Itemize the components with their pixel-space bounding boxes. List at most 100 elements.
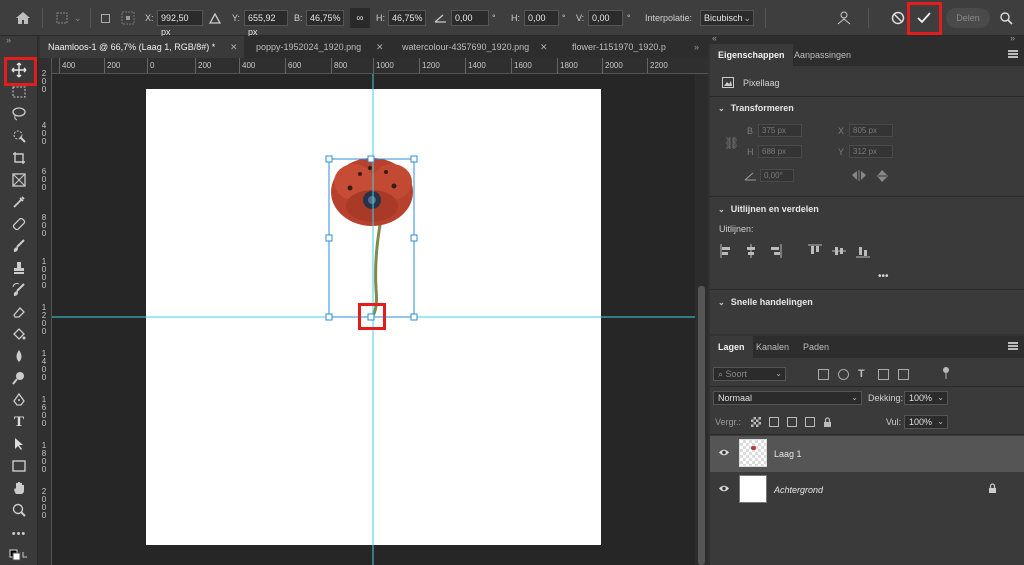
tab-adjustments[interactable]: Aanpassingen — [786, 44, 859, 66]
brush-icon[interactable] — [8, 236, 30, 256]
interpolation-select[interactable]: Bicubisch ⌄ — [700, 10, 754, 26]
panel-expand-icon[interactable]: « — [712, 33, 717, 43]
lock-transparent-icon[interactable] — [751, 417, 761, 427]
link-icon[interactable]: ⛓ — [724, 136, 739, 150]
dodge-icon[interactable] — [8, 368, 30, 388]
hand-icon[interactable] — [8, 478, 30, 498]
filter-smart-object-icon[interactable] — [898, 369, 909, 380]
more-tools-icon[interactable]: ••• — [8, 524, 30, 544]
toolbar-collapse-icon[interactable]: » — [6, 35, 11, 45]
fill-input[interactable]: 100% ⌄ — [904, 415, 948, 429]
y-input[interactable]: 655,92 px — [244, 10, 288, 37]
panel-menu-icon[interactable] — [1008, 342, 1018, 350]
props-x-input[interactable]: 805 px — [849, 124, 893, 137]
lock-all-icon[interactable] — [823, 417, 833, 427]
type-icon[interactable]: T — [8, 412, 30, 432]
canvas-vertical-scrollbar[interactable] — [695, 74, 708, 565]
filter-pixel-icon[interactable] — [818, 369, 829, 380]
swap-colors-icon[interactable] — [8, 546, 30, 565]
height-input[interactable]: 46,75% — [388, 10, 426, 26]
healing-brush-icon[interactable] — [8, 214, 30, 234]
path-selection-icon[interactable] — [8, 434, 30, 454]
props-y-label: Y — [838, 147, 845, 157]
lock-artboard-icon[interactable] — [805, 417, 815, 427]
filter-shape-icon[interactable] — [878, 369, 889, 380]
more-tabs-icon[interactable]: » — [694, 42, 699, 52]
align-bottom-icon[interactable] — [856, 244, 870, 258]
eyedropper-icon[interactable] — [8, 192, 30, 212]
flip-vertical-icon[interactable] — [877, 169, 888, 185]
tab-channels[interactable]: Kanalen — [748, 336, 797, 358]
width-input[interactable]: 46,75% — [306, 10, 344, 26]
tab-naamloos-1[interactable]: Naamloos-1 @ 66,7% (Laag 1, RGB/8#) * ✕ — [40, 36, 244, 58]
align-top-icon[interactable] — [808, 244, 822, 258]
pen-icon[interactable] — [8, 390, 30, 410]
filter-type-icon[interactable]: T — [858, 369, 869, 380]
filter-toggle-icon[interactable] — [942, 366, 950, 382]
flip-horizontal-icon[interactable] — [851, 170, 867, 183]
layer-row-achtergrond[interactable]: Achtergrond — [710, 472, 1024, 508]
blur-icon[interactable] — [8, 346, 30, 366]
paint-bucket-icon[interactable] — [8, 324, 30, 344]
rectangle-shape-icon[interactable] — [8, 456, 30, 476]
delta-icon[interactable] — [209, 0, 221, 36]
align-left-icon[interactable] — [720, 244, 734, 258]
history-brush-icon[interactable] — [8, 280, 30, 300]
props-angle-input[interactable]: 0,00° — [760, 169, 794, 182]
tab-watercolour[interactable]: watercolour-4357690_1920.png ✕ — [394, 36, 554, 58]
layer-name[interactable]: Achtergrond — [774, 485, 823, 495]
tab-properties[interactable]: Eigenschappen — [710, 44, 793, 66]
reference-point-grid-icon[interactable]: ⌄ — [56, 0, 82, 36]
lock-pixels-icon[interactable] — [769, 417, 779, 427]
tab-flower[interactable]: flower-1151970_1920.p — [564, 36, 694, 58]
eraser-icon[interactable] — [8, 302, 30, 322]
vertical-ruler: 200 400 600 800 1000 1200 1400 1600 1800 2000 — [38, 58, 52, 565]
tab-paths[interactable]: Paden — [795, 336, 837, 358]
transform-section-title[interactable]: ⌄ Transformeren — [718, 103, 794, 113]
close-icon[interactable]: ✕ — [230, 36, 238, 58]
props-y-input[interactable]: 312 px — [849, 145, 893, 158]
align-section-title[interactable]: ⌄ Uitlijnen en verdelen — [718, 204, 819, 214]
home-icon[interactable] — [15, 0, 31, 36]
crop-icon[interactable] — [8, 148, 30, 168]
align-vcenter-icon[interactable] — [832, 244, 846, 258]
tab-poppy[interactable]: poppy-1952024_1920.png ✕ — [248, 36, 390, 58]
opacity-input[interactable]: 100% ⌄ — [904, 391, 948, 405]
warp-mode-icon[interactable] — [836, 0, 852, 36]
props-h-input[interactable]: 688 px — [758, 145, 802, 158]
cancel-transform-icon[interactable] — [891, 0, 905, 36]
close-icon[interactable]: ✕ — [376, 36, 384, 58]
link-proportions-icon[interactable]: ∞ — [350, 0, 370, 36]
align-right-icon[interactable] — [768, 244, 782, 258]
chevron-down-icon: ⌄ — [937, 417, 944, 426]
x-input[interactable]: 992,50 px — [157, 10, 203, 37]
props-w-input[interactable]: 375 px — [758, 124, 802, 137]
angle-input[interactable]: 0,00 — [451, 10, 489, 26]
clone-stamp-icon[interactable] — [8, 258, 30, 278]
scrollbar-thumb[interactable] — [698, 286, 705, 565]
lock-position-icon[interactable] — [787, 417, 797, 427]
align-hcenter-icon[interactable] — [744, 244, 758, 258]
hskew-input[interactable]: 0,00 — [524, 10, 559, 26]
panel-collapse-icon[interactable]: » — [1010, 33, 1015, 43]
eye-icon[interactable] — [718, 448, 730, 459]
lasso-icon[interactable] — [8, 104, 30, 124]
quick-actions-title[interactable]: ⌄ Snelle handelingen — [718, 297, 813, 307]
eye-icon[interactable] — [718, 484, 730, 495]
blend-mode-select[interactable]: Normaal ⌄ — [713, 391, 862, 405]
frame-icon[interactable] — [8, 170, 30, 190]
reference-point-checkbox[interactable] — [101, 0, 110, 36]
panel-menu-icon[interactable] — [1008, 50, 1018, 58]
tab-layers[interactable]: Lagen — [710, 336, 753, 358]
layer-name[interactable]: Laag 1 — [774, 449, 802, 459]
close-icon[interactable]: ✕ — [540, 36, 548, 58]
search-icon[interactable] — [1000, 0, 1013, 36]
layer-filter-select[interactable]: ⌕ Soort ⌄ — [713, 367, 786, 381]
zoom-icon[interactable] — [8, 500, 30, 520]
share-button[interactable]: Delen — [946, 8, 990, 28]
layer-row-laag-1[interactable]: Laag 1 — [710, 436, 1024, 472]
more-options-icon[interactable]: ••• — [878, 271, 889, 282]
object-selection-icon[interactable] — [8, 126, 30, 146]
vskew-input[interactable]: 0,00 — [588, 10, 623, 26]
filter-adjustment-icon[interactable] — [838, 369, 849, 380]
